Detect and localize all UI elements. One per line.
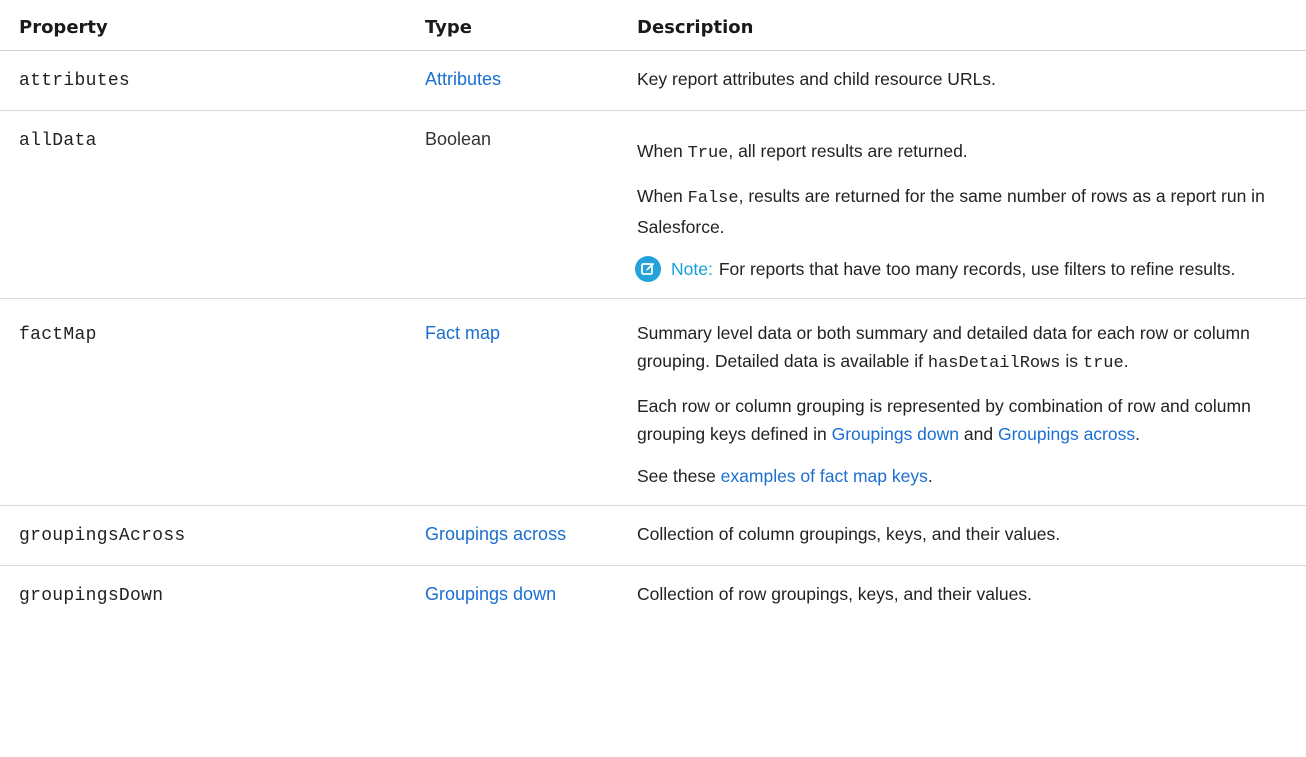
table-row: attributes Attributes Key report attribu… xyxy=(0,50,1306,111)
text-fragment: . xyxy=(927,466,933,486)
note-label: Note: xyxy=(671,259,713,279)
property-name: allData xyxy=(19,131,97,151)
property-name: groupingsAcross xyxy=(19,526,186,546)
header-property: Property xyxy=(0,0,406,51)
note-text: Note: For reports that have too many reco… xyxy=(671,255,1288,283)
description-paragraph: Each row or column grouping is represent… xyxy=(637,392,1288,448)
note-body: For reports that have too many records, … xyxy=(718,259,1236,279)
description-paragraph: When True, all report results are return… xyxy=(637,137,1288,168)
type-link-fact-map[interactable]: Fact map xyxy=(425,323,500,343)
property-cell: attributes xyxy=(0,50,406,111)
text-fragment: , all report results are returned. xyxy=(728,141,968,161)
description-paragraph: When False, results are returned for the… xyxy=(637,182,1288,241)
type-cell: Groupings across xyxy=(406,505,618,566)
text-fragment: is xyxy=(1060,351,1083,371)
property-name: factMap xyxy=(19,325,97,345)
link-groupings-down[interactable]: Groupings down xyxy=(832,424,959,444)
property-table: Property Type Description attributes Att… xyxy=(0,0,1306,625)
table-row: groupingsDown Groupings down Collection … xyxy=(0,566,1306,626)
type-cell: Groupings down xyxy=(406,566,618,626)
link-fact-map-examples[interactable]: examples of fact map keys xyxy=(721,466,928,486)
inline-code: True xyxy=(687,144,729,163)
description-text: Collection of column groupings, keys, an… xyxy=(637,524,1061,544)
note-callout: Note: For reports that have too many reco… xyxy=(635,255,1288,283)
text-fragment: . xyxy=(1135,424,1140,444)
type-cell: Boolean xyxy=(406,110,618,299)
table-header-row: Property Type Description xyxy=(0,0,1306,51)
description-paragraph: See these examples of fact map keys. xyxy=(637,462,1288,490)
description-cell: Summary level data or both summary and d… xyxy=(618,298,1306,506)
text-fragment: See these xyxy=(637,466,721,486)
property-cell: groupingsAcross xyxy=(0,505,406,566)
property-name: groupingsDown xyxy=(19,586,164,606)
table-row: factMap Fact map Summary level data or b… xyxy=(0,298,1306,506)
description-text: Key report attributes and child resource… xyxy=(637,69,996,89)
text-fragment: When xyxy=(637,186,688,206)
text-fragment: . xyxy=(1123,351,1129,371)
text-fragment: When xyxy=(637,141,688,161)
inline-code: true xyxy=(1082,354,1124,373)
inline-code: hasDetailRows xyxy=(927,354,1061,373)
text-fragment: and xyxy=(959,424,998,444)
header-type: Type xyxy=(406,0,618,51)
inline-code: False xyxy=(687,189,739,208)
type-cell: Attributes xyxy=(406,50,618,111)
description-cell: Key report attributes and child resource… xyxy=(618,50,1306,111)
property-cell: factMap xyxy=(0,298,406,506)
property-name: attributes xyxy=(19,71,131,91)
description-cell: Collection of row groupings, keys, and t… xyxy=(618,566,1306,626)
property-cell: allData xyxy=(0,110,406,299)
edit-note-icon xyxy=(635,256,661,282)
description-text: Collection of row groupings, keys, and t… xyxy=(637,584,1032,604)
type-cell: Fact map xyxy=(406,298,618,506)
table-row: groupingsAcross Groupings across Collect… xyxy=(0,505,1306,566)
header-description: Description xyxy=(618,0,1306,51)
description-cell: When True, all report results are return… xyxy=(618,110,1306,299)
link-groupings-across[interactable]: Groupings across xyxy=(998,424,1135,444)
description-cell: Collection of column groupings, keys, an… xyxy=(618,505,1306,566)
description-paragraph: Summary level data or both summary and d… xyxy=(637,319,1288,378)
type-link-attributes[interactable]: Attributes xyxy=(425,69,501,89)
property-cell: groupingsDown xyxy=(0,566,406,626)
type-link-groupings-across[interactable]: Groupings across xyxy=(425,524,566,544)
table-row: allData Boolean When True, all report re… xyxy=(0,110,1306,299)
type-text: Boolean xyxy=(425,129,492,149)
type-link-groupings-down[interactable]: Groupings down xyxy=(425,584,556,604)
